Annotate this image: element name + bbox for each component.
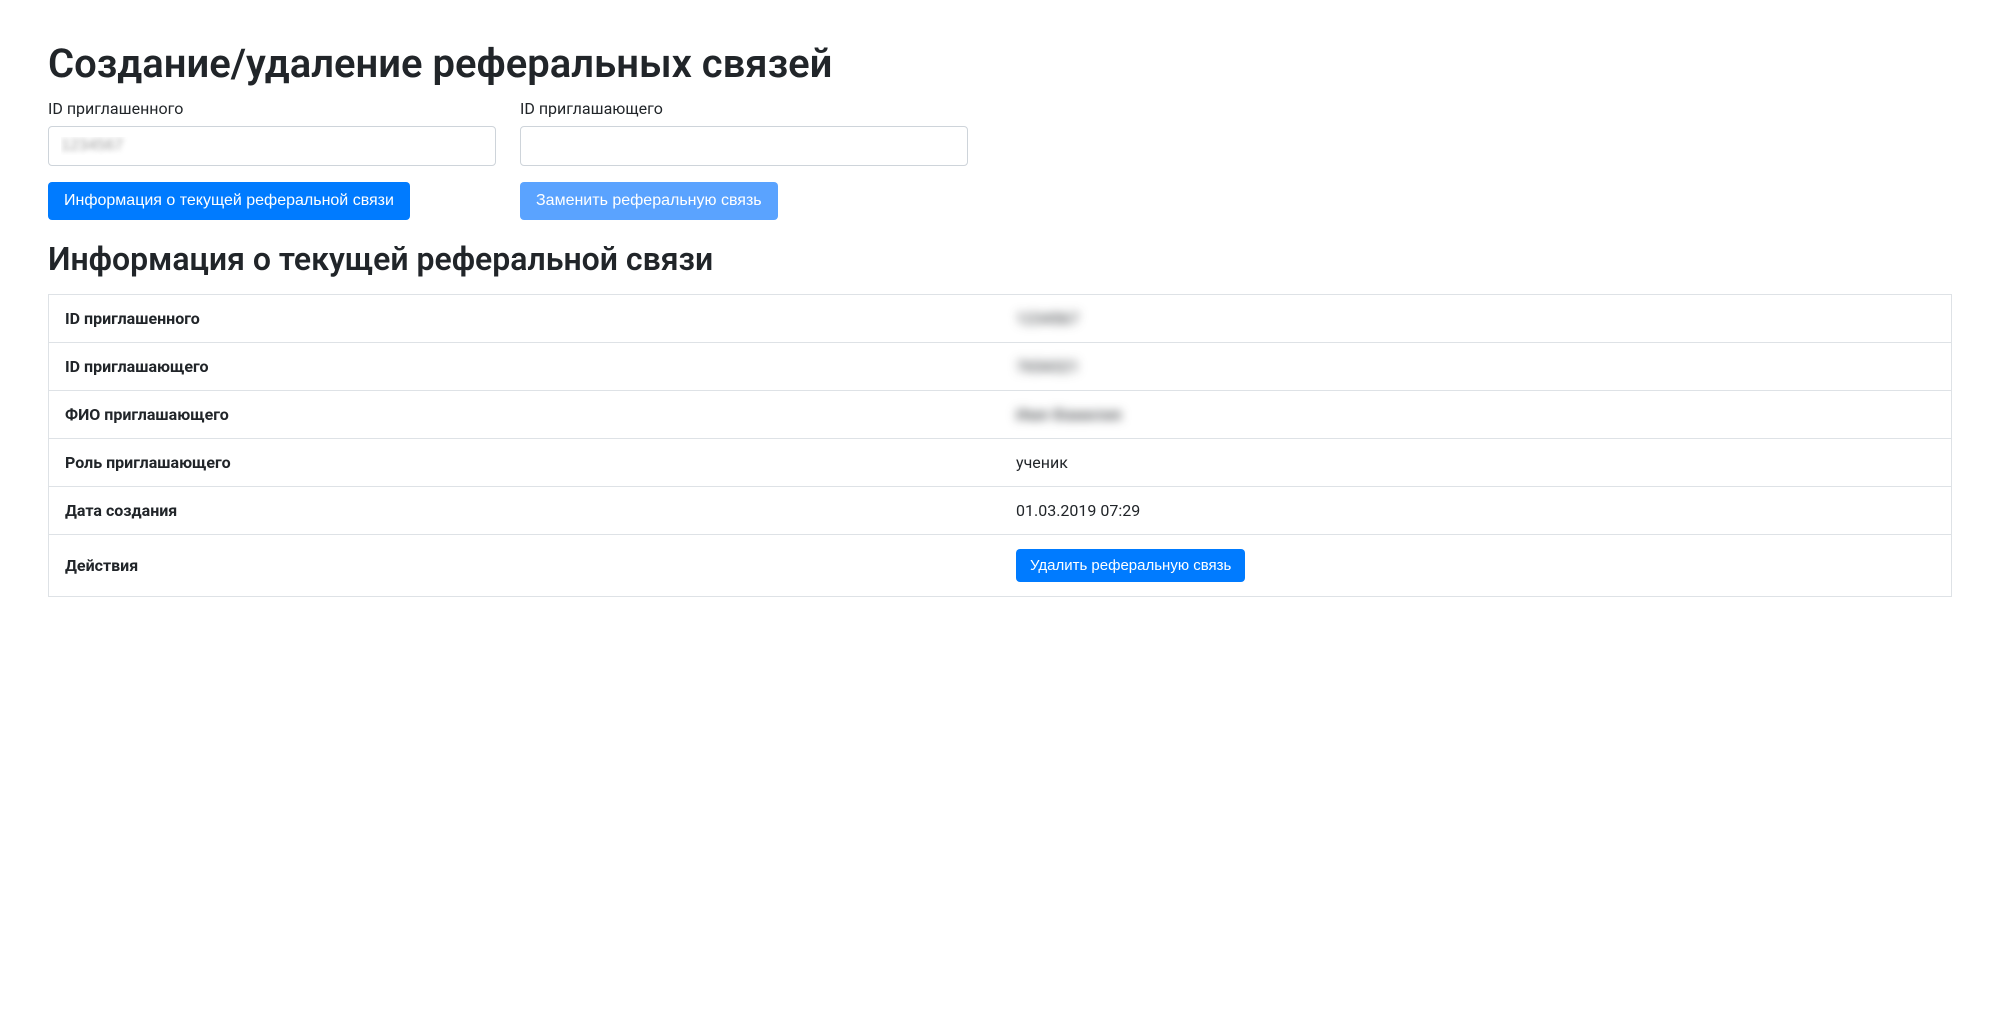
row-value-inviter-role: ученик: [1000, 439, 1952, 487]
page-title: Создание/удаление реферальных связей: [48, 40, 1952, 87]
row-label-inviter-role: Роль приглашающего: [49, 439, 1001, 487]
row-label-created-at: Дата создания: [49, 487, 1001, 535]
table-row: Дата создания 01.03.2019 07:29: [49, 487, 1952, 535]
row-label-invited-id: ID приглашенного: [49, 295, 1001, 343]
table-row: Роль приглашающего ученик: [49, 439, 1952, 487]
table-row: ID приглашающего 7654321: [49, 343, 1952, 391]
form-col-inviter: ID приглашающего Заменить реферальную св…: [520, 99, 968, 220]
inviter-id-label: ID приглашающего: [520, 99, 968, 118]
delete-button[interactable]: Удалить реферальную связь: [1016, 549, 1245, 582]
row-value-inviter-name: Имя Фамилия: [1000, 391, 1952, 439]
row-label-inviter-name: ФИО приглашающего: [49, 391, 1001, 439]
info-subtitle: Информация о текущей реферальной связи: [48, 240, 1952, 278]
table-row: ID приглашенного 1234567: [49, 295, 1952, 343]
row-value-invited-id: 1234567: [1000, 295, 1952, 343]
row-label-inviter-id: ID приглашающего: [49, 343, 1001, 391]
table-row: ФИО приглашающего Имя Фамилия: [49, 391, 1952, 439]
form-col-invited: ID приглашенного Информация о текущей ре…: [48, 99, 496, 220]
table-row: Действия Удалить реферальную связь: [49, 535, 1952, 597]
row-value-created-at: 01.03.2019 07:29: [1000, 487, 1952, 535]
form-row: ID приглашенного Информация о текущей ре…: [48, 99, 968, 220]
info-button[interactable]: Информация о текущей реферальной связи: [48, 182, 410, 220]
inviter-id-input[interactable]: [520, 126, 968, 166]
invited-id-input[interactable]: [48, 126, 496, 166]
info-table: ID приглашенного 1234567 ID приглашающег…: [48, 294, 1952, 597]
row-label-actions: Действия: [49, 535, 1001, 597]
invited-id-label: ID приглашенного: [48, 99, 496, 118]
row-value-actions: Удалить реферальную связь: [1000, 535, 1952, 597]
row-value-inviter-id: 7654321: [1000, 343, 1952, 391]
replace-button[interactable]: Заменить реферальную связь: [520, 182, 778, 220]
